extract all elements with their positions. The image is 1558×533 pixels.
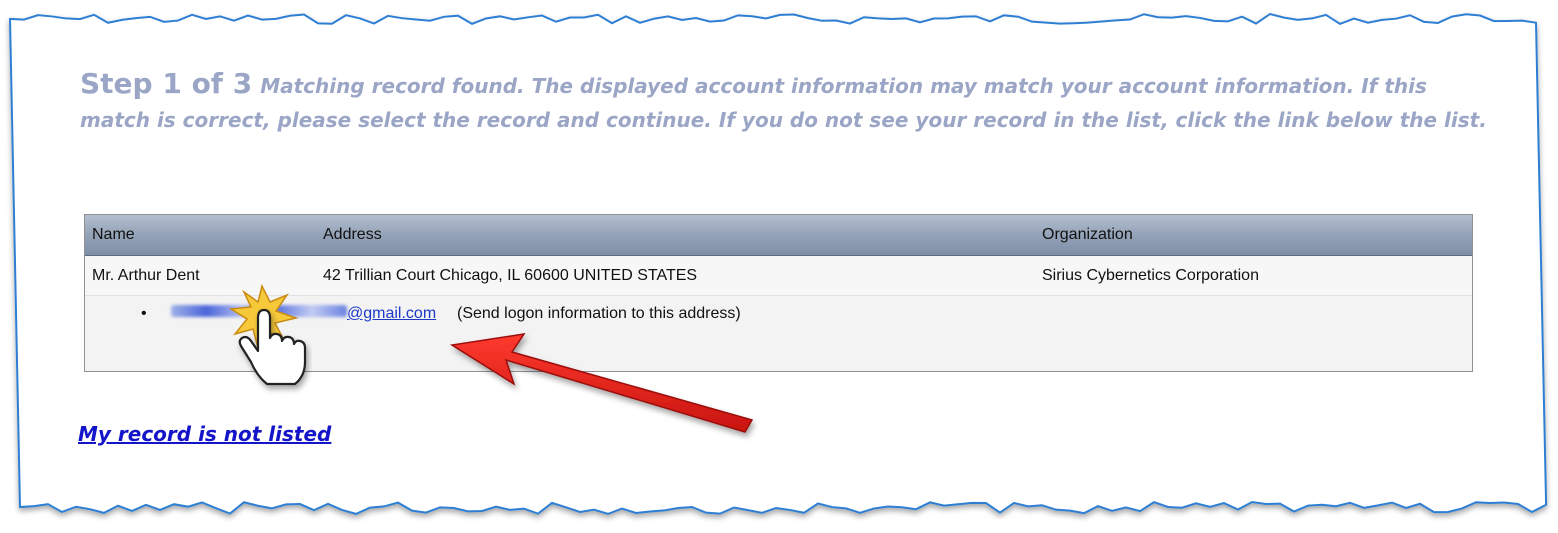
column-header-address: Address [323,226,382,243]
send-logon-note: (Send logon information to this address) [457,305,741,322]
record-organization: Sirius Cybernetics Corporation [1042,267,1259,284]
table-header: Name Address Organization [85,215,1472,256]
matching-records-table: Name Address Organization Mr. Arthur Den… [84,214,1473,372]
step-message: Matching record found. The displayed acc… [80,74,1487,132]
table-row[interactable]: Mr. Arthur Dent 42 Trillian Court Chicag… [85,256,1472,296]
email-domain: @gmail.com [347,305,437,322]
list-bullet: • [141,305,147,322]
column-header-organization: Organization [1042,226,1133,243]
step-number: Step 1 of 3 [80,67,253,100]
record-name: Mr. Arthur Dent [92,267,200,284]
account-match-page: Step 1 of 3 Matching record found. The di… [0,0,1558,533]
email-address-link[interactable]: @gmail.com [171,305,436,323]
record-address: 42 Trillian Court Chicago, IL 60600 UNIT… [323,267,698,284]
step-heading: Step 1 of 3 Matching record found. The di… [80,68,1490,138]
blurred-email-user [171,305,347,317]
record-not-listed-link[interactable]: My record is not listed [78,422,331,446]
column-header-name: Name [92,226,135,243]
email-option: • @gmail.com (Send logon information to … [85,305,1472,335]
